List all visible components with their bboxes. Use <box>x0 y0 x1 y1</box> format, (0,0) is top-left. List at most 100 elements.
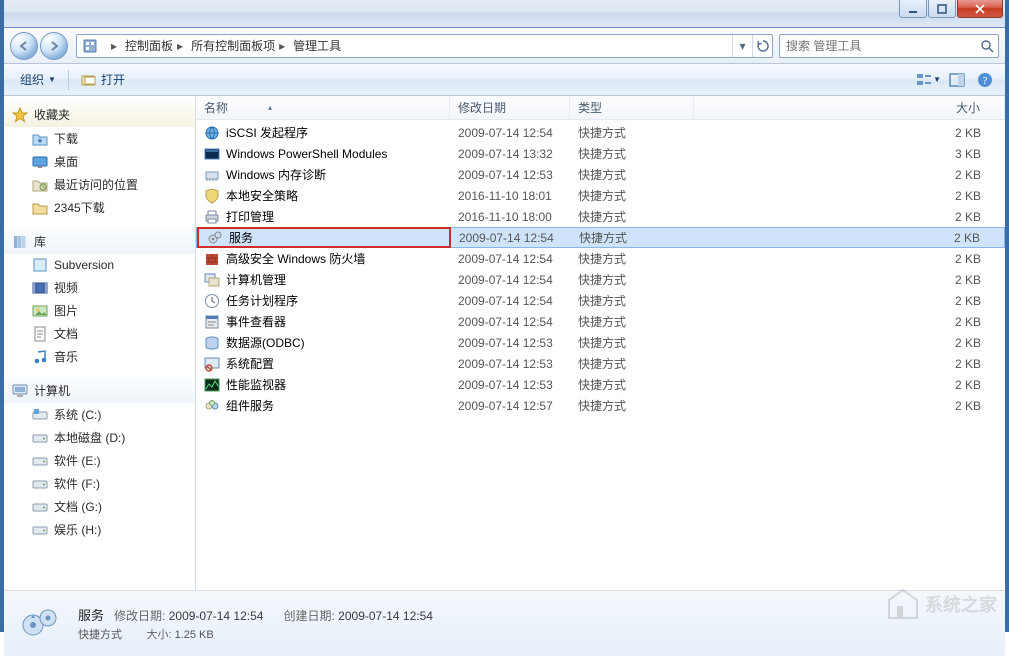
details-modified: 2009-07-14 12:54 <box>169 609 264 623</box>
file-row-12[interactable]: 性能监视器2009-07-14 12:53快捷方式2 KB <box>196 374 1005 395</box>
address-bar[interactable]: ▸ 控制面板▸ 所有控制面板项▸ 管理工具 ▾ <box>76 34 773 58</box>
details-name: 服务 <box>78 608 104 623</box>
file-row-2[interactable]: Windows 内存诊断2009-07-14 12:53快捷方式2 KB <box>196 164 1005 185</box>
sidebar-group-favorites[interactable]: 收藏夹 <box>4 102 195 127</box>
breadcrumb-item-1[interactable]: 所有控制面板项▸ <box>187 35 289 57</box>
folder-icon <box>32 200 48 216</box>
file-size: 3 KB <box>694 147 1005 161</box>
sidebar-item-libraries-2[interactable]: 图片 <box>4 299 195 322</box>
sidebar-item-computer-5[interactable]: 娱乐 (H:) <box>4 518 195 541</box>
help-button[interactable]: ? <box>973 69 997 91</box>
search-icon[interactable] <box>976 35 998 57</box>
file-name: 事件查看器 <box>226 313 286 330</box>
column-header-name[interactable]: 名称▴ <box>196 96 450 119</box>
file-row-11[interactable]: 系统配置2009-07-14 12:53快捷方式2 KB <box>196 353 1005 374</box>
file-name: 组件服务 <box>226 397 274 414</box>
file-name: iSCSI 发起程序 <box>226 124 308 141</box>
address-dropdown-button[interactable]: ▾ <box>732 35 752 57</box>
download-icon <box>32 131 48 147</box>
file-date: 2009-07-14 12:54 <box>450 315 570 329</box>
address-icon <box>81 37 99 55</box>
sysconf-icon <box>204 356 220 372</box>
file-list: iSCSI 发起程序2009-07-14 12:54快捷方式2 KBWindow… <box>196 120 1005 590</box>
view-options-button[interactable]: ▼ <box>917 69 941 91</box>
file-date: 2009-07-14 13:32 <box>450 147 570 161</box>
sidebar-item-favorites-3[interactable]: 2345下载 <box>4 196 195 219</box>
docs-icon <box>32 326 48 342</box>
file-type: 快捷方式 <box>570 292 694 309</box>
file-type: 快捷方式 <box>570 187 694 204</box>
file-size: 2 KB <box>694 336 1005 350</box>
sidebar-item-computer-1[interactable]: 本地磁盘 (D:) <box>4 426 195 449</box>
file-row-3[interactable]: 本地安全策略2016-11-10 18:01快捷方式2 KB <box>196 185 1005 206</box>
file-row-7[interactable]: 计算机管理2009-07-14 12:54快捷方式2 KB <box>196 269 1005 290</box>
file-type: 快捷方式 <box>570 397 694 414</box>
sidebar-item-computer-2[interactable]: 软件 (E:) <box>4 449 195 472</box>
file-size: 2 KB <box>694 357 1005 371</box>
file-row-4[interactable]: 打印管理2016-11-10 18:00快捷方式2 KB <box>196 206 1005 227</box>
star-icon <box>12 107 28 123</box>
nav-forward-button[interactable] <box>40 32 68 60</box>
sidebar-item-computer-3[interactable]: 软件 (F:) <box>4 472 195 495</box>
preview-pane-button[interactable] <box>945 69 969 91</box>
file-date: 2016-11-10 18:01 <box>450 189 570 203</box>
perf-icon <box>204 377 220 393</box>
file-row-5[interactable]: 服务2009-07-14 12:54快捷方式2 KB <box>196 227 1005 248</box>
sidebar-group-computer[interactable]: 计算机 <box>4 378 195 403</box>
file-row-6[interactable]: 高级安全 Windows 防火墙2009-07-14 12:54快捷方式2 KB <box>196 248 1005 269</box>
sidebar-item-computer-4[interactable]: 文档 (G:) <box>4 495 195 518</box>
gears-icon <box>207 230 223 246</box>
file-name: Windows PowerShell Modules <box>226 147 387 161</box>
sidebar-group-libraries[interactable]: 库 <box>4 229 195 254</box>
file-type: 快捷方式 <box>570 271 694 288</box>
sidebar-item-favorites-2[interactable]: 最近访问的位置 <box>4 173 195 196</box>
window-close-button[interactable] <box>957 0 1003 18</box>
sidebar-item-libraries-3[interactable]: 文档 <box>4 322 195 345</box>
sidebar-item-libraries-1[interactable]: 视频 <box>4 276 195 299</box>
file-size: 2 KB <box>694 168 1005 182</box>
sidebar-item-libraries-0[interactable]: Subversion <box>4 254 195 276</box>
odbc-icon <box>204 335 220 351</box>
column-header-type[interactable]: 类型 <box>570 96 694 119</box>
column-header-row: 名称▴ 修改日期 类型 大小 <box>196 96 1005 120</box>
window-minimize-button[interactable] <box>899 0 927 18</box>
file-row-10[interactable]: 数据源(ODBC)2009-07-14 12:53快捷方式2 KB <box>196 332 1005 353</box>
breadcrumb-item-2[interactable]: 管理工具 <box>289 35 345 57</box>
address-refresh-button[interactable] <box>752 35 772 57</box>
drive-icon <box>32 476 48 492</box>
sidebar-item-favorites-0[interactable]: 下载 <box>4 127 195 150</box>
sidebar-item-computer-0[interactable]: 系统 (C:) <box>4 403 195 426</box>
file-name: 本地安全策略 <box>226 187 298 204</box>
file-size: 2 KB <box>694 399 1005 413</box>
column-header-size[interactable]: 大小 <box>694 96 1005 119</box>
window-maximize-button[interactable] <box>928 0 956 18</box>
breadcrumb-item-0[interactable]: 控制面板▸ <box>121 35 187 57</box>
nav-back-button[interactable] <box>10 32 38 60</box>
file-row-9[interactable]: 事件查看器2009-07-14 12:54快捷方式2 KB <box>196 311 1005 332</box>
sidebar-item-libraries-4[interactable]: 音乐 <box>4 345 195 368</box>
sidebar-item-favorites-1[interactable]: 桌面 <box>4 150 195 173</box>
crumb-sep-root[interactable]: ▸ <box>103 35 121 57</box>
file-size: 2 KB <box>694 294 1005 308</box>
open-button[interactable]: 打开 <box>73 68 133 91</box>
file-name: 系统配置 <box>226 355 274 372</box>
comp-icon <box>204 398 220 414</box>
file-row-1[interactable]: Windows PowerShell Modules 2009-07-14 13:… <box>196 143 1005 164</box>
file-name: 数据源(ODBC) <box>226 334 305 351</box>
svg-text:?: ? <box>983 75 988 87</box>
file-row-0[interactable]: iSCSI 发起程序2009-07-14 12:54快捷方式2 KB <box>196 122 1005 143</box>
file-date: 2009-07-14 12:53 <box>450 168 570 182</box>
file-row-8[interactable]: 任务计划程序2009-07-14 12:54快捷方式2 KB <box>196 290 1005 311</box>
file-size: 2 KB <box>694 126 1005 140</box>
column-header-date[interactable]: 修改日期 <box>450 96 570 119</box>
file-row-13[interactable]: 组件服务2009-07-14 12:57快捷方式2 KB <box>196 395 1005 416</box>
search-box[interactable] <box>779 34 999 58</box>
details-pane: 服务 修改日期: 2009-07-14 12:54 创建日期: 2009-07-… <box>4 590 1005 656</box>
file-date: 2009-07-14 12:54 <box>450 126 570 140</box>
file-type: 快捷方式 <box>571 229 695 246</box>
file-name: 性能监视器 <box>226 376 286 393</box>
search-input[interactable] <box>780 39 976 53</box>
drive-icon <box>32 453 48 469</box>
organize-button[interactable]: 组织▼ <box>12 68 64 91</box>
clock-icon <box>204 293 220 309</box>
